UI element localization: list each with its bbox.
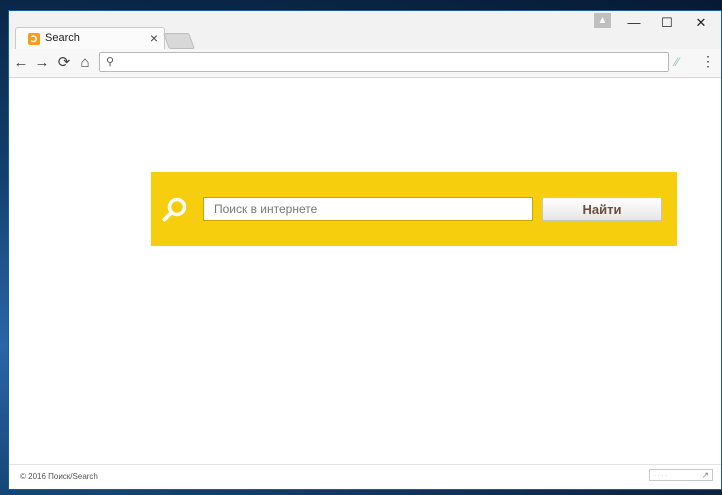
back-button[interactable]: ← (11, 53, 31, 73)
favicon-icon: Ↄ (28, 33, 40, 45)
search-panel: Найти (151, 172, 677, 246)
menu-icon[interactable]: ⋮ (701, 53, 715, 70)
magnifier-icon (162, 197, 187, 222)
page-footer: © 2016 Поиск/Search · · · · ↗ (9, 464, 721, 489)
profile-button[interactable]: ▲ (594, 13, 611, 28)
copyright-text: © 2016 Поиск/Search (20, 472, 98, 481)
forward-button[interactable]: → (32, 53, 52, 73)
home-button[interactable]: ⌂ (75, 53, 95, 73)
search-button[interactable]: Найти (542, 197, 662, 221)
reload-button[interactable]: ⟳ (54, 53, 74, 73)
browser-toolbar: ← → ⟳ ⌂ ⚲ ⁄⁄ ⋮ (9, 49, 721, 78)
tab-close-icon[interactable]: × (150, 30, 158, 46)
new-tab-button[interactable] (163, 33, 195, 49)
footer-badge[interactable]: · · · · ↗ (649, 469, 713, 481)
badge-icon: · · · · (654, 473, 667, 479)
close-window-button[interactable]: ✕ (686, 13, 716, 33)
browser-window: Ↄ Search × ▲ — ☐ ✕ ← → ⟳ ⌂ ⚲ ⁄⁄ ⋮ Найти (8, 10, 722, 490)
extension-icon[interactable]: ⁄⁄ (675, 55, 679, 69)
address-bar[interactable]: ⚲ (99, 52, 669, 72)
external-link-icon: ↗ (701, 470, 709, 480)
search-icon: ⚲ (106, 56, 115, 68)
page-content: Найти (9, 78, 721, 465)
tab-title: Search (45, 32, 80, 44)
maximize-button[interactable]: ☐ (652, 13, 682, 33)
minimize-button[interactable]: — (619, 13, 649, 33)
tab-strip: Ↄ Search × ▲ — ☐ ✕ (9, 11, 721, 49)
search-input[interactable] (203, 197, 533, 221)
tab-search[interactable]: Ↄ Search × (15, 27, 165, 49)
user-icon: ▲ (597, 15, 608, 26)
